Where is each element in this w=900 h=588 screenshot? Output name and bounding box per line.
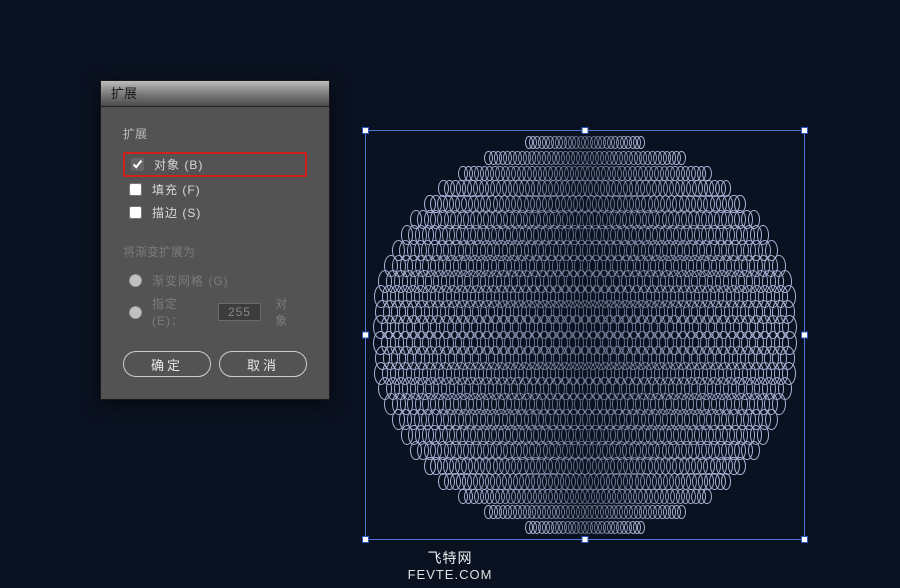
gradient-mesh-radio xyxy=(129,274,142,287)
fill-checkbox[interactable] xyxy=(129,183,142,196)
object-checkbox[interactable] xyxy=(131,158,144,171)
footer-watermark: 飞特网 FEVTE.COM xyxy=(0,549,900,584)
ok-button[interactable]: 确定 xyxy=(123,351,211,377)
handle-top-left[interactable] xyxy=(362,127,369,134)
ring-row xyxy=(487,151,683,165)
canvas-area[interactable] xyxy=(365,130,805,540)
stroke-checkbox[interactable] xyxy=(129,206,142,219)
specify-radio xyxy=(129,306,142,319)
handle-bottom-left[interactable] xyxy=(362,536,369,543)
sphere-artwork xyxy=(375,135,795,535)
handle-mid-left[interactable] xyxy=(362,332,369,339)
fill-row[interactable]: 填充 (F) xyxy=(123,179,307,200)
gradient-mesh-label: 渐变网格 (G) xyxy=(152,272,229,289)
dialog-buttons: 确定 取消 xyxy=(123,351,307,377)
ring-row xyxy=(487,505,683,519)
ring-row xyxy=(461,489,709,505)
footer-name: 飞特网 xyxy=(0,549,900,567)
handle-bottom-right[interactable] xyxy=(801,536,808,543)
handle-top-right[interactable] xyxy=(801,127,808,134)
specify-prefix: 指定 (E)： xyxy=(152,295,214,329)
ring-row xyxy=(527,136,642,149)
expand-dialog: 扩展 扩展 对象 (B) 填充 (F) 描边 (S) 将渐变扩展为 渐变网格 (… xyxy=(100,80,330,400)
cancel-button[interactable]: 取消 xyxy=(219,351,307,377)
fill-label: 填充 (F) xyxy=(152,181,201,198)
specify-suffix: 对象 xyxy=(275,295,301,329)
ring xyxy=(715,473,725,490)
stroke-row[interactable]: 描边 (S) xyxy=(123,202,307,223)
gradient-section: 将渐变扩展为 渐变网格 (G) 指定 (E)： 255 对象 xyxy=(123,243,307,331)
ring-row xyxy=(442,473,729,490)
dialog-title: 扩展 xyxy=(111,86,137,101)
handle-top-mid[interactable] xyxy=(582,127,589,134)
ring xyxy=(633,521,641,534)
footer-url: FEVTE.COM xyxy=(0,567,900,584)
dialog-titlebar[interactable]: 扩展 xyxy=(101,81,329,107)
stroke-label: 描边 (S) xyxy=(152,204,201,221)
object-label: 对象 (B) xyxy=(154,156,203,173)
handle-mid-right[interactable] xyxy=(801,332,808,339)
handle-bottom-mid[interactable] xyxy=(582,536,589,543)
gradient-section-label: 将渐变扩展为 xyxy=(123,243,307,260)
gradient-mesh-row: 渐变网格 (G) xyxy=(123,270,307,291)
ring xyxy=(672,505,681,519)
dialog-body: 扩展 对象 (B) 填充 (F) 描边 (S) 将渐变扩展为 渐变网格 (G) xyxy=(101,107,329,399)
ring xyxy=(728,457,739,475)
specify-value-field: 255 xyxy=(218,303,262,321)
expand-section: 扩展 对象 (B) 填充 (F) 描边 (S) xyxy=(123,125,307,223)
ring-row xyxy=(527,521,642,534)
expand-section-label: 扩展 xyxy=(123,125,307,142)
ring-row xyxy=(461,166,709,182)
ring xyxy=(633,136,641,149)
object-row[interactable]: 对象 (B) xyxy=(123,152,307,177)
specify-row: 指定 (E)： 255 对象 xyxy=(123,293,307,331)
